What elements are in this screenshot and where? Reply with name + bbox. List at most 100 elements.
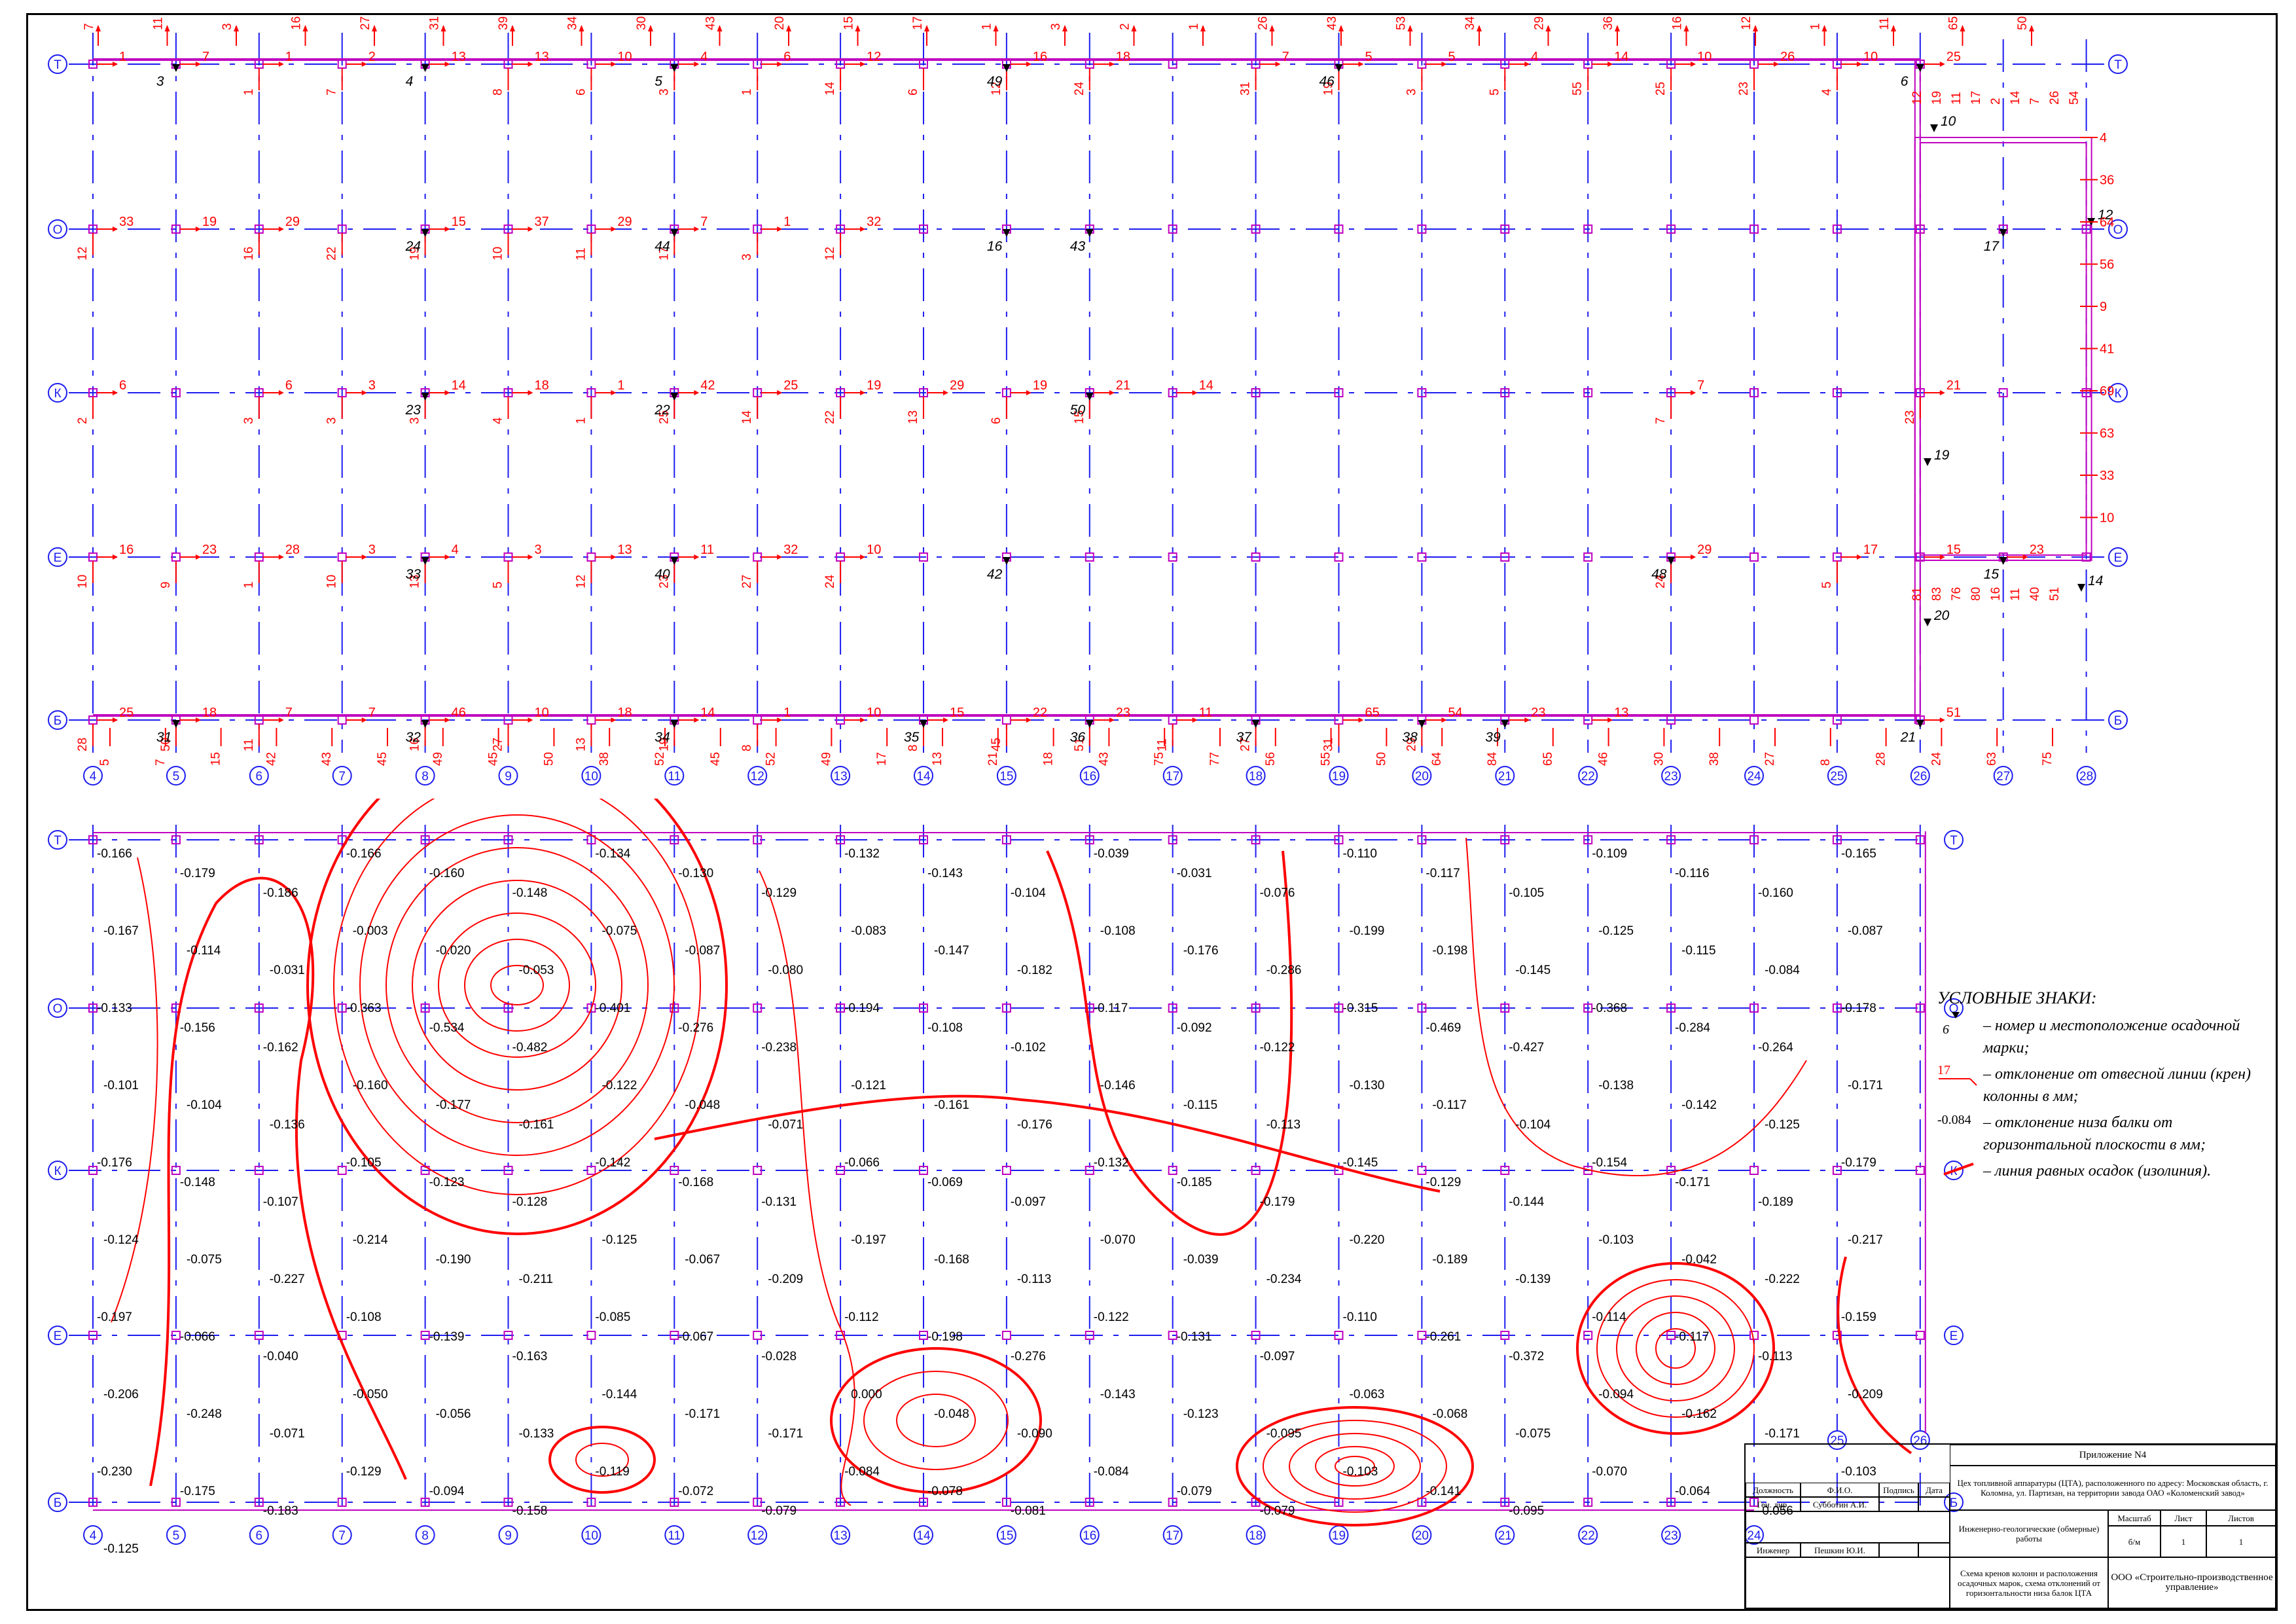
legend-item-beam: – отклонение низа балки от горизонтально… <box>1983 1114 2206 1153</box>
tilt-value-bottom: 52 <box>653 752 667 766</box>
settlement-mark-number: 43 <box>1070 239 1086 254</box>
beam-deviation-value: -0.179 <box>1260 1195 1295 1209</box>
isoline <box>654 1094 1441 1193</box>
beam-deviation-value: -0.110 <box>1343 1310 1377 1324</box>
tilt-arrowhead <box>444 62 450 67</box>
axis-label-row: Б <box>2114 714 2122 728</box>
tilt-arrowhead <box>510 25 515 31</box>
tilt-value-annex: 26 <box>2048 91 2062 105</box>
tilt-value-y: 3 <box>325 417 339 424</box>
beam-deviation-value: -0.146 <box>1100 1079 1136 1092</box>
tilt-value-bottom: 13 <box>931 752 944 766</box>
beam-deviation-value: -0.162 <box>263 1041 298 1055</box>
tilt-value-x: 1 <box>119 50 126 64</box>
beam-deviation-value: -0.079 <box>1177 1485 1212 1498</box>
tilt-arrowhead <box>528 390 533 395</box>
settlement-mark-number: 20 <box>1933 608 1950 623</box>
beam-deviation-value: -0.119 <box>595 1465 629 1479</box>
axis-label-col: 24 <box>1747 770 1761 784</box>
settlement-mark-number: 32 <box>406 730 422 745</box>
tilt-value-x: 13 <box>617 543 632 557</box>
tilt-value-top: 50 <box>2016 16 2030 30</box>
axis-label-col: 28 <box>2079 770 2093 784</box>
tilt-value-x: 29 <box>1697 543 1712 557</box>
tilt-value-annex: 11 <box>1950 92 1964 105</box>
tilt-arrowhead <box>278 390 284 395</box>
tilt-value-annex: 12 <box>1910 91 1924 105</box>
axis-label-col: 5 <box>173 770 180 784</box>
tilt-arrowhead <box>943 390 948 395</box>
isoline <box>1837 1256 1912 1454</box>
beam-deviation-value: -0.125 <box>1598 924 1634 938</box>
tilt-value-y: 16 <box>242 247 256 261</box>
tilt-value-y: 28 <box>76 738 90 751</box>
beam-deviation-value: -0.117 <box>1094 1001 1128 1015</box>
axis-label-col: 8 <box>422 770 429 784</box>
tilt-value-top: 26 <box>1257 16 1270 30</box>
beam-deviation-value: -0.123 <box>429 1176 465 1189</box>
beam-deviation-value: -0.165 <box>1841 847 1876 861</box>
axis-label-col: 17 <box>1166 1529 1179 1543</box>
tilt-arrowhead <box>1856 62 1862 67</box>
beam-deviation-value: -0.264 <box>1758 1041 1793 1055</box>
tilt-value-x: 14 <box>1199 378 1213 393</box>
tilt-arrowhead <box>528 226 533 232</box>
tilt-value-x: 11 <box>1199 706 1213 720</box>
tilt-arrowhead <box>1109 717 1115 723</box>
tilt-value-y: 24 <box>1073 81 1086 96</box>
beam-deviation-value: -0.427 <box>1509 1041 1544 1055</box>
tilt-value-x: 13 <box>1614 706 1628 720</box>
isoline <box>333 799 701 1195</box>
tilt-value-x: 10 <box>1863 50 1878 64</box>
beam-deviation-value: -0.103 <box>1598 1233 1634 1247</box>
legend: УСЛОВНЫЕ ЗНАКИ: 6 – номер и местоположен… <box>1937 988 2265 1186</box>
legend-row-mark: 6 – номер и местоположение осадочной мар… <box>1937 1012 2265 1059</box>
tilt-arrowhead <box>1109 390 1115 395</box>
tilt-arrowhead <box>361 390 367 395</box>
tilt-value-top: 65 <box>1947 16 1961 30</box>
tilt-value-y: 5 <box>1488 88 1501 96</box>
beam-deviation-value: -0.161 <box>519 1118 554 1132</box>
column-square <box>337 715 347 725</box>
tilt-value-x: 10 <box>867 543 881 557</box>
tilt-value-right: 36 <box>2100 173 2114 188</box>
tilt-arrowhead <box>611 717 617 723</box>
beam-deviation-value: -0.130 <box>678 867 713 880</box>
tilt-arrowhead <box>444 390 450 395</box>
settlement-mark-number: 48 <box>1651 567 1667 582</box>
title-block: Приложение N4 Должность Ф.И.О. Подпись Д… <box>1744 1443 2277 1610</box>
stamp-r2-date <box>1918 1543 1950 1557</box>
tilt-value-bottom: 46 <box>1597 752 1611 766</box>
beam-deviation-value: -0.123 <box>1183 1407 1219 1421</box>
tilt-value-x: 15 <box>950 706 964 720</box>
tilt-value-bottom: 65 <box>1541 752 1555 766</box>
axis-label-col: 25 <box>1830 770 1844 784</box>
tilt-value-right: 41 <box>2100 342 2114 357</box>
tilt-value-x: 11 <box>700 543 714 557</box>
tilt-value-bottom: 17 <box>875 752 889 766</box>
stamp-r2-name: Пешкин Ю.И. <box>1801 1543 1879 1557</box>
tilt-value-top: 31 <box>428 16 442 30</box>
tilt-arrowhead <box>777 62 783 67</box>
tilt-arrowhead <box>1891 25 1896 31</box>
tilt-arrowhead <box>528 62 533 67</box>
axis-label-col: 20 <box>1415 1529 1429 1543</box>
beam-deviation-value: -0.168 <box>678 1176 713 1189</box>
beam-deviation-value: -0.171 <box>1675 1176 1710 1189</box>
beam-deviation-value: -0.104 <box>1515 1118 1551 1132</box>
settlement-mark-icon <box>1930 124 1938 132</box>
beam-deviation-value: -0.085 <box>595 1310 630 1324</box>
tilt-value-top: 1 <box>1187 23 1201 30</box>
axis-label-row: К <box>2114 387 2121 401</box>
beam-deviation-value: -0.104 <box>1011 886 1046 900</box>
axis-label-col: 8 <box>422 1529 429 1543</box>
beam-deviation-value: -0.222 <box>1765 1272 1800 1286</box>
beam-deviation-value: -0.209 <box>1848 1388 1883 1401</box>
tilt-arrowhead <box>694 226 700 232</box>
tilt-arrowhead <box>278 226 284 232</box>
tilt-arrowhead <box>1062 25 1067 31</box>
tilt-value-x: 18 <box>535 378 549 393</box>
tilt-arrowhead <box>1683 25 1689 31</box>
tilt-arrowhead <box>113 62 118 67</box>
beam-deviation-value: -0.084 <box>844 1465 880 1479</box>
